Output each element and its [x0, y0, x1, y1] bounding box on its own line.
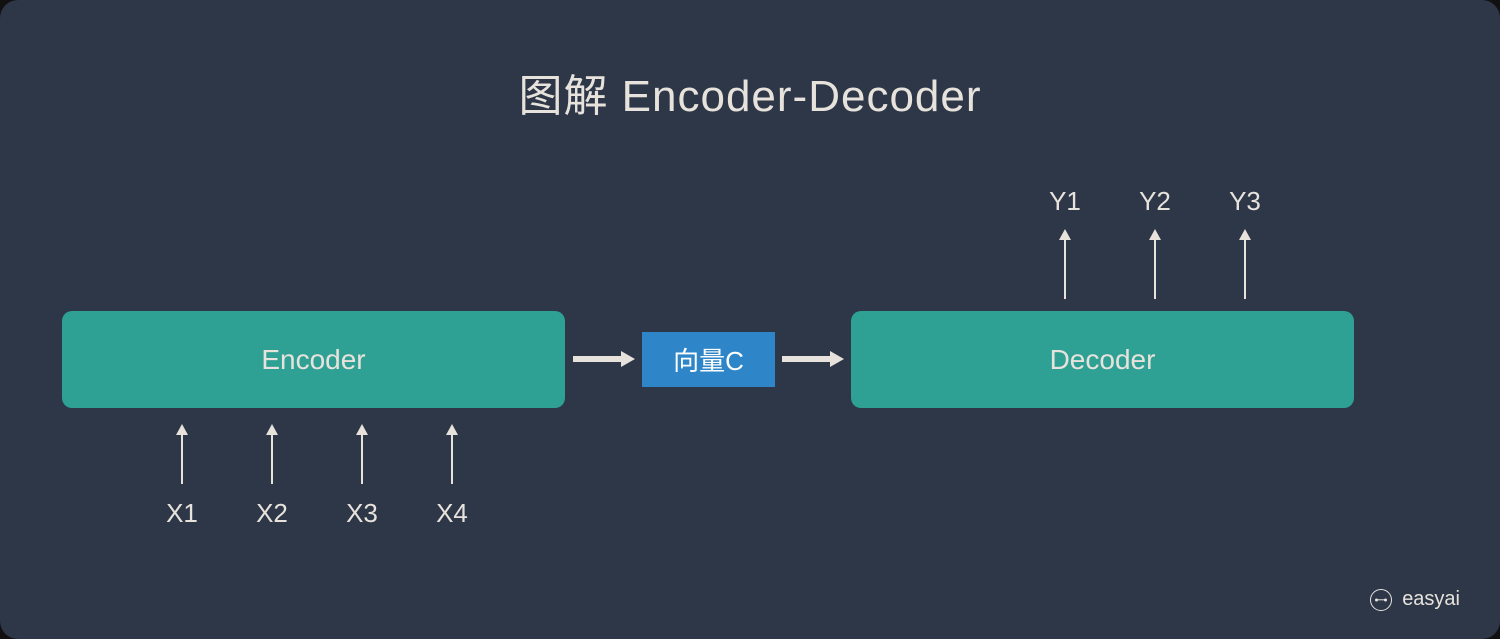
arrow-input-x3: [361, 434, 363, 484]
output-label-y3: Y3: [1215, 186, 1275, 217]
input-label-x4: X4: [422, 498, 482, 529]
watermark: easyai: [1370, 588, 1460, 611]
vector-block: 向量C: [642, 332, 775, 387]
arrow-head-right-icon: [830, 351, 844, 367]
decoder-block: Decoder: [851, 311, 1354, 408]
arrow-input-x4: [451, 434, 453, 484]
input-label-x2: X2: [242, 498, 302, 529]
arrow-head-up-icon: [1239, 229, 1251, 240]
diagram-canvas: 图解 Encoder-Decoder Encoder 向量C Decoder X…: [0, 0, 1500, 639]
arrow-head-up-icon: [1149, 229, 1161, 240]
arrow-output-y2: [1154, 239, 1156, 299]
diagram-title: 图解 Encoder-Decoder: [0, 60, 1500, 124]
arrow-output-y1: [1064, 239, 1066, 299]
encoder-label: Encoder: [261, 344, 365, 376]
output-label-y2: Y2: [1125, 186, 1185, 217]
input-label-x3: X3: [332, 498, 392, 529]
arrow-input-x1: [181, 434, 183, 484]
arrow-head-up-icon: [1059, 229, 1071, 240]
watermark-text: easyai: [1402, 588, 1460, 611]
vector-label: 向量C: [673, 341, 744, 378]
arrow-head-up-icon: [356, 424, 368, 435]
arrow-vector-to-decoder: [782, 356, 832, 362]
arrow-head-up-icon: [446, 424, 458, 435]
arrow-head-right-icon: [621, 351, 635, 367]
arrow-input-x2: [271, 434, 273, 484]
arrow-encoder-to-vector: [573, 356, 623, 362]
arrow-output-y3: [1244, 239, 1246, 299]
output-label-y1: Y1: [1035, 186, 1095, 217]
arrow-head-up-icon: [176, 424, 188, 435]
easyai-logo-icon: [1370, 589, 1392, 611]
input-label-x1: X1: [152, 498, 212, 529]
arrow-head-up-icon: [266, 424, 278, 435]
decoder-label: Decoder: [1050, 344, 1156, 376]
encoder-block: Encoder: [62, 311, 565, 408]
